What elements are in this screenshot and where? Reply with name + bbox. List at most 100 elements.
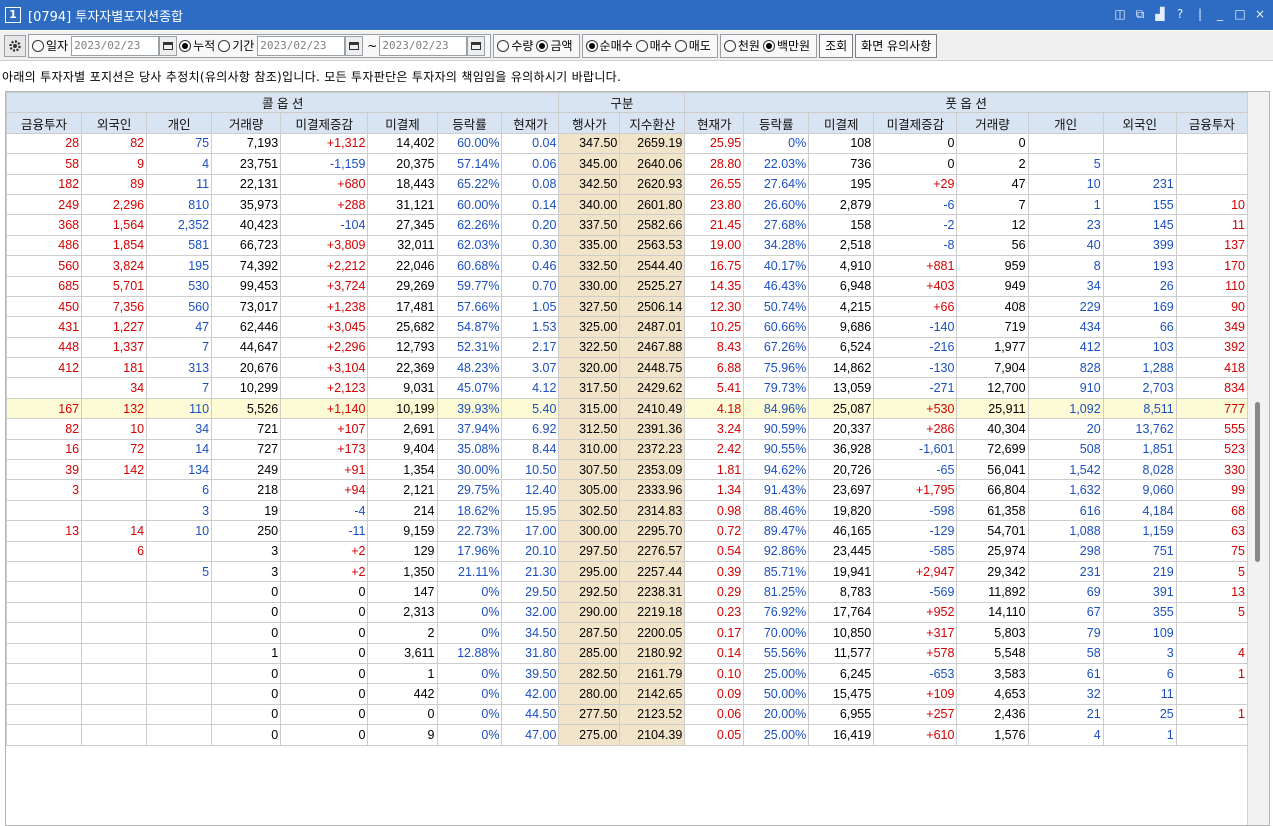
scrollbar-thumb[interactable]: [1255, 402, 1260, 562]
table-cell: 330: [1175, 459, 1249, 481]
table-row[interactable]: 39 142 134 249 +91 1,354 30.00% 10.50 307.50 2353…: [6, 459, 1249, 481]
maximize-icon[interactable]: □: [1233, 7, 1247, 21]
column-header[interactable]: 외국인: [81, 112, 148, 134]
date-input-to[interactable]: 2023/02/23: [379, 35, 468, 56]
column-header[interactable]: 미결제증감: [873, 112, 958, 134]
table-cell: 1: [211, 642, 282, 664]
notice-button[interactable]: 화면 유의사항: [855, 33, 938, 58]
table-row[interactable]: 0 0 2 0% 34.50 287.50 2200.05 0.17 70.00% 10,850 +…: [6, 622, 1249, 644]
copy-window-icon[interactable]: ⧉: [1133, 7, 1147, 21]
table-cell: 25,911: [956, 397, 1029, 420]
column-header[interactable]: 지수환산: [619, 112, 686, 134]
column-header[interactable]: 미결제: [808, 112, 875, 134]
table-row[interactable]: 0 0 147 0% 29.50 292.50 2238.31 0.29 81.25% 8,783…: [6, 581, 1249, 603]
table-row[interactable]: 58 9 4 23,751 -1,159 20,375 57.14% 0.06 345.00 26…: [6, 153, 1249, 175]
table-row[interactable]: 412 181 313 20,676 +3,104 22,369 48.23% 3.07 320…: [6, 357, 1249, 379]
table-row[interactable]: 450 7,356 560 73,017 +1,238 17,481 57.66% 1.05 3…: [6, 295, 1249, 318]
table-row[interactable]: 431 1,227 47 62,446 +3,045 25,682 54.87% 1.53 32…: [6, 316, 1249, 338]
radio-sell[interactable]: 매도: [674, 37, 711, 54]
table-row[interactable]: 560 3,824 195 74,392 +2,212 22,046 60.68% 0.46 3…: [6, 255, 1249, 277]
column-header[interactable]: 개인: [146, 112, 213, 134]
column-header[interactable]: 거래량: [956, 112, 1029, 134]
radio-buy[interactable]: 매수: [635, 37, 672, 54]
table-cell: 2333.96: [619, 479, 686, 501]
table-row[interactable]: 82 10 34 721 +107 2,691 37.94% 6.92 312.50 2391.3…: [6, 418, 1249, 440]
table-cell: 47.00: [501, 724, 560, 746]
calendar-button[interactable]: [159, 35, 178, 56]
link-window-icon[interactable]: ◫: [1113, 7, 1127, 21]
radio-net-buy[interactable]: 순매수: [585, 37, 633, 54]
table-row[interactable]: 448 1,337 7 44,647 +2,296 12,793 52.31% 2.17 322…: [6, 336, 1249, 359]
table-cell: 751: [1102, 540, 1177, 562]
table-row[interactable]: 0 0 2,313 0% 32.00 290.00 2219.18 0.23 76.92% 17,…: [6, 601, 1249, 624]
radio-quantity[interactable]: 수량: [497, 37, 533, 54]
query-button[interactable]: 조회: [819, 33, 854, 58]
table-row[interactable]: 34 7 10,299 +2,123 9,031 45.07% 4.12 317.50 2429…: [6, 377, 1249, 399]
table-row[interactable]: 368 1,564 2,352 40,423 -104 27,345 62.26% 0.20 3…: [6, 214, 1249, 236]
table-cell: 8.44: [501, 438, 560, 461]
pin-icon[interactable]: ▟: [1153, 7, 1167, 21]
table-row[interactable]: 0 0 9 0% 47.00 275.00 2104.39 0.05 25.00% 16,419 +…: [6, 724, 1249, 746]
table-row[interactable]: 16 72 14 727 +173 9,404 35.08% 8.44 310.00 2372.2…: [6, 438, 1249, 461]
calendar-button[interactable]: [345, 35, 364, 56]
table-row[interactable]: 182 89 11 22,131 +680 18,443 65.22% 0.08 342.50 2…: [6, 173, 1249, 195]
column-header[interactable]: 미결제증감: [280, 112, 369, 134]
minimize-icon[interactable]: _: [1213, 7, 1227, 21]
vertical-scrollbar[interactable]: [1247, 92, 1269, 825]
table-cell: 65.22%: [436, 173, 503, 195]
table-cell: 16,419: [808, 724, 875, 746]
table-row[interactable]: 6 3 +2 129 17.96% 20.10 297.50 2276.57 0.54 92.86…: [6, 540, 1249, 562]
radio-date[interactable]: 일자: [32, 37, 68, 54]
table-cell: 15.95: [501, 499, 560, 522]
column-header[interactable]: 현재가: [501, 112, 560, 134]
column-header[interactable]: 미결제: [367, 112, 438, 134]
column-header[interactable]: 현재가: [684, 112, 745, 134]
radio-cumulative[interactable]: 누적: [179, 37, 215, 54]
column-header[interactable]: 금융투자: [6, 112, 83, 134]
table-cell: +1,795: [873, 479, 958, 501]
table-row[interactable]: 486 1,854 581 66,723 +3,809 32,011 62.03% 0.30 3…: [6, 234, 1249, 257]
radio-period[interactable]: 기간: [218, 37, 254, 54]
table-cell: 7,193: [211, 132, 282, 155]
table-row[interactable]: 13 14 10 250 -11 9,159 22.73% 17.00 300.00 2295.7…: [6, 520, 1249, 542]
table-cell: 0: [280, 724, 369, 746]
calendar-button[interactable]: [467, 35, 486, 56]
table-cell: -11: [280, 520, 369, 542]
radio-amount[interactable]: 금액: [536, 37, 573, 54]
table-row[interactable]: 685 5,701 530 99,453 +3,724 29,269 59.77% 0.70 3…: [6, 275, 1249, 297]
close-icon[interactable]: ×: [1253, 7, 1267, 21]
column-header[interactable]: 행사가: [558, 112, 621, 134]
radio-thousand-won[interactable]: 천원: [723, 37, 760, 54]
table-row[interactable]: 28 82 75 7,193 +1,312 14,402 60.00% 0.04 347.50 2…: [6, 132, 1249, 155]
column-header[interactable]: 등락률: [436, 112, 503, 134]
table-row[interactable]: 0 0 1 0% 39.50 282.50 2161.79 0.10 25.00% 6,245 -6…: [6, 662, 1249, 685]
table-row[interactable]: 1 0 3,611 12.88% 31.80 285.00 2180.92 0.14 55.56…: [6, 642, 1249, 664]
column-header[interactable]: 외국인: [1102, 112, 1177, 134]
table-cell: 36,928: [808, 438, 875, 461]
table-cell: 8,028: [1102, 459, 1177, 481]
help-icon[interactable]: ?: [1173, 7, 1187, 21]
column-header[interactable]: 등락률: [743, 112, 810, 134]
table-row[interactable]: 3 19 -4 214 18.62% 15.95 302.50 2314.83 0.98 88.4…: [6, 499, 1249, 522]
radio-million-won[interactable]: 백만원: [762, 37, 810, 54]
table-row[interactable]: 5 3 +2 1,350 21.11% 21.30 295.00 2257.44 0.39 85.…: [6, 560, 1249, 583]
table-cell: 79.73%: [743, 377, 810, 399]
table-row[interactable]: 0 0 0 0% 44.50 277.50 2123.52 0.06 20.00% 6,955 +2…: [6, 703, 1249, 726]
column-header[interactable]: 금융투자: [1175, 112, 1249, 134]
table-row[interactable]: 167 132 110 5,526 +1,140 10,199 39.93% 5.40 315.…: [6, 397, 1249, 420]
settings-button[interactable]: [4, 34, 26, 57]
table-cell: 44.50: [501, 703, 560, 726]
table-cell: 25.00%: [743, 662, 810, 685]
table-cell: -585: [873, 540, 958, 562]
date-input-from[interactable]: 2023/02/23: [257, 35, 346, 56]
column-header[interactable]: 거래량: [211, 112, 282, 134]
column-header[interactable]: 개인: [1027, 112, 1104, 134]
options-table: 콜 옵 션 구분 풋 옵 션 금융투자 외국인 개인 거래량 미결제증감 미결제 등락률 현재…: [6, 92, 1249, 746]
table-row[interactable]: 249 2,296 810 35,973 +288 31,121 60.00% 0.14 340…: [6, 193, 1249, 216]
table-cell: 22.03%: [743, 153, 810, 175]
table-row[interactable]: 3 6 218 +94 2,121 29.75% 12.40 305.00 2333.96 1.3…: [6, 479, 1249, 501]
table-cell: 5,701: [81, 275, 148, 297]
table-cell: 11: [1102, 683, 1177, 705]
table-row[interactable]: 0 0 442 0% 42.00 280.00 2142.65 0.09 50.00% 15,47…: [6, 683, 1249, 705]
date-input-single[interactable]: 2023/02/23: [71, 35, 160, 56]
